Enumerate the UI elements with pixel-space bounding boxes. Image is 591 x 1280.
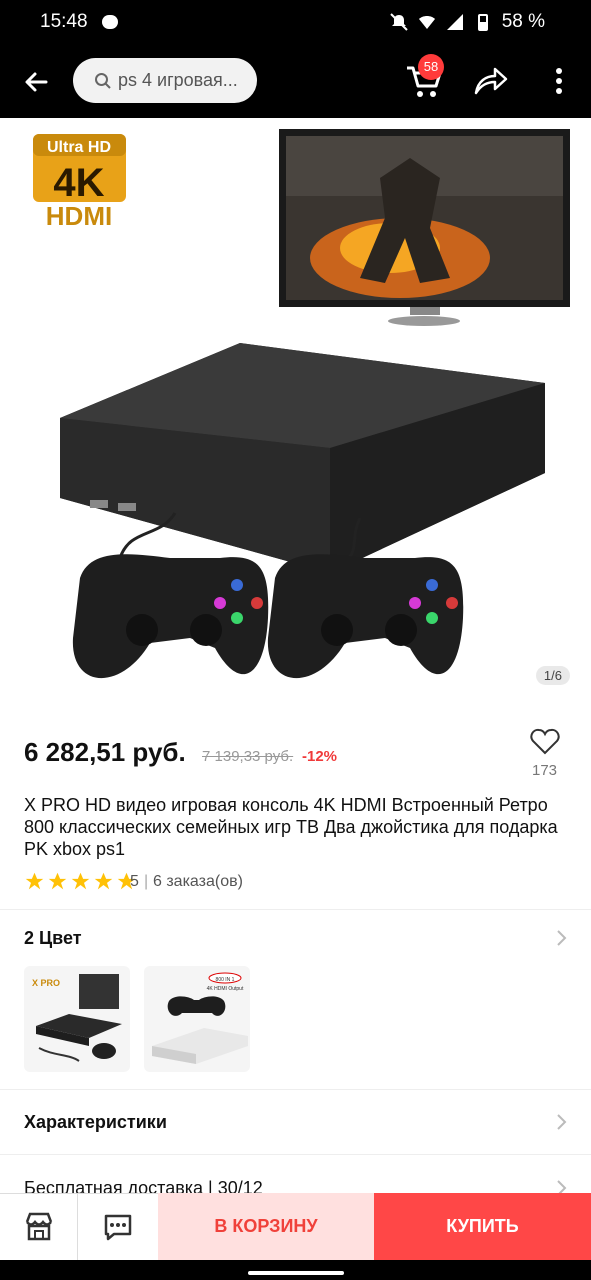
star-icon <box>48 872 67 890</box>
chat-icon <box>104 1214 132 1241</box>
signal-icon <box>446 14 463 30</box>
store-icon <box>25 1212 53 1241</box>
star-icon <box>25 872 44 890</box>
star-icon <box>94 872 113 890</box>
image-counter: 1/6 <box>535 666 570 685</box>
specs-row[interactable]: Характеристики <box>24 1112 167 1133</box>
logo-ultra-hd: Ultra HD <box>47 139 111 156</box>
wifi-icon <box>418 16 435 29</box>
star-icon <box>71 872 90 890</box>
discount-badge: -12% <box>302 748 338 765</box>
rating-separator: | <box>144 873 149 890</box>
mute-icon <box>389 13 408 31</box>
orders-count: 6 заказа(ов) <box>153 873 243 890</box>
chat-button[interactable] <box>78 1193 158 1260</box>
bottom-action-bar: В КОРЗИНУ КУПИТЬ <box>0 1193 591 1260</box>
status-right: 58 % <box>389 11 545 33</box>
variant-title[interactable]: 2 Цвет <box>24 928 82 949</box>
variant-label-xpro: X PRO <box>32 978 60 988</box>
chevron-right-icon[interactable] <box>556 929 568 947</box>
search-icon <box>95 72 111 89</box>
variant-sublabel: 4K HDMI Output <box>207 986 244 992</box>
add-to-cart-button[interactable]: В КОРЗИНУ <box>158 1193 374 1260</box>
divider <box>0 909 591 910</box>
product-title: X PRO HD видео игровая консоль 4K HDMI В… <box>24 795 558 859</box>
variant-thumb-white[interactable]: 800 IN 1 4K HDMI Output <box>144 966 250 1072</box>
rating-value: 5 <box>130 873 139 890</box>
product-image[interactable]: Ultra HD 4K HDMI 1/6 <box>0 118 591 713</box>
system-nav-bar <box>0 1260 591 1280</box>
variant-label-800: 800 IN 1 <box>216 977 235 983</box>
message-icon <box>102 15 118 29</box>
variant-thumb-xpro[interactable]: X PRO <box>24 966 130 1072</box>
tv-monitor <box>279 129 570 326</box>
status-bar: 15:48 58 % <box>0 0 591 46</box>
status-time: 15:48 <box>40 11 88 32</box>
heart-icon[interactable] <box>530 727 560 755</box>
store-button[interactable] <box>0 1193 78 1260</box>
battery-level: 58 % <box>501 11 545 32</box>
4k-hdmi-logo: Ultra HD 4K HDMI <box>33 134 126 231</box>
search-query: ps 4 игровая... <box>118 70 238 90</box>
favorites-count: 173 <box>532 762 558 779</box>
more-icon[interactable] <box>548 66 570 96</box>
top-bar: ps 4 игровая... 58 <box>0 46 591 118</box>
back-arrow-icon[interactable] <box>20 66 52 98</box>
buy-now-button[interactable]: КУПИТЬ <box>374 1193 591 1260</box>
logo-hdmi: HDMI <box>46 201 112 231</box>
home-indicator[interactable] <box>248 1271 344 1275</box>
logo-4k: 4K <box>53 161 104 205</box>
battery-icon <box>477 14 488 31</box>
search-bar[interactable]: ps 4 игровая... <box>73 58 257 103</box>
divider <box>0 1154 591 1155</box>
divider <box>0 1089 591 1090</box>
rating-stars <box>24 871 137 892</box>
share-icon[interactable] <box>473 66 509 96</box>
old-price: 7 139,33 руб. <box>202 748 294 765</box>
chevron-right-icon[interactable] <box>556 1113 568 1131</box>
price: 6 282,51 руб. <box>24 737 186 767</box>
cart-badge: 58 <box>418 54 444 80</box>
product-photo: Ultra HD 4K HDMI <box>33 129 570 679</box>
